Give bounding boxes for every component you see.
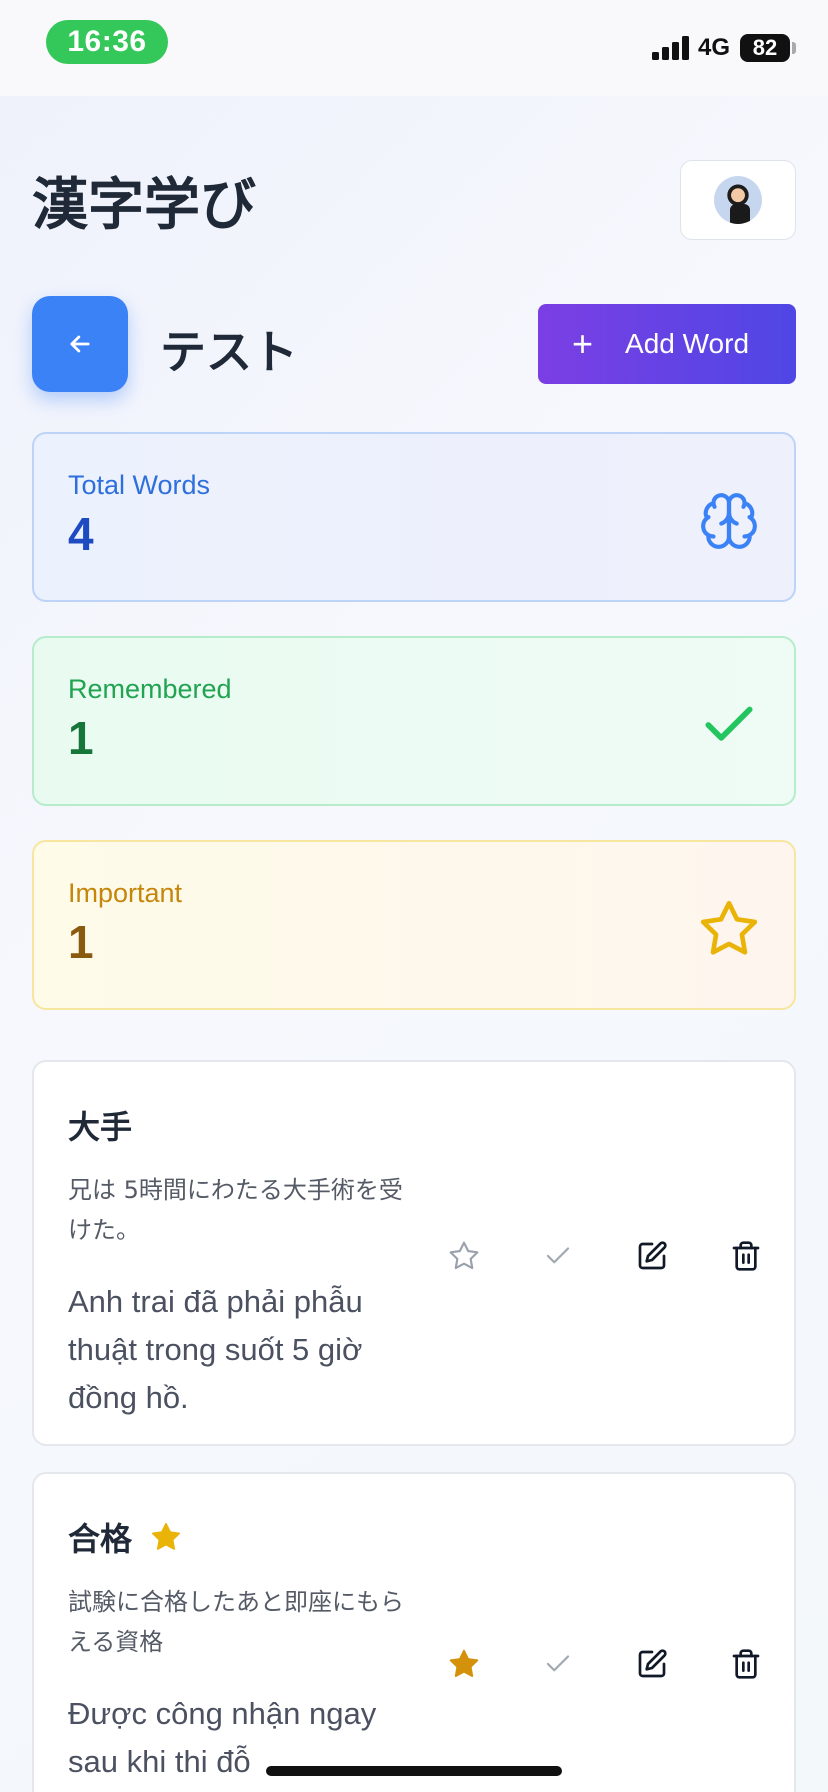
word-kanji: 大手 [68, 1102, 760, 1148]
stat-card-total-words: Total Words 4 [32, 432, 796, 602]
word-kanji-text: 合格 [68, 1520, 133, 1558]
mark-remembered-button[interactable] [534, 1232, 582, 1280]
delete-button[interactable] [722, 1640, 770, 1688]
stat-label: Important [68, 878, 183, 908]
important-star-icon [151, 1522, 181, 1550]
star-filled-icon [449, 1649, 479, 1677]
edit-button[interactable] [628, 1640, 676, 1688]
arrow-left-icon [70, 335, 90, 353]
delete-button[interactable] [722, 1232, 770, 1280]
stat-card-remembered: Remembered 1 [32, 636, 796, 806]
word-actions [440, 1640, 770, 1688]
word-kanji: 合格 [68, 1514, 760, 1560]
network-type: 4G [698, 34, 731, 61]
edit-icon [638, 1649, 667, 1678]
status-time: 16:36 [46, 20, 168, 64]
add-word-label: Add Word [625, 328, 750, 359]
back-button[interactable] [32, 296, 128, 392]
stat-value: 1 [68, 712, 94, 764]
toggle-important-button[interactable] [440, 1232, 488, 1280]
status-bar: 16:36 4G 82 [0, 0, 828, 96]
add-word-button[interactable]: + Add Word [538, 304, 796, 384]
stat-card-important: Important 1 [32, 840, 796, 1010]
battery-icon: 82 [740, 34, 790, 62]
star-icon [700, 900, 758, 955]
word-example: 試験に合格したあと即座にもらえる資格 [68, 1588, 404, 1656]
word-card[interactable]: 大手 兄は 5時間にわたる大手術を受けた。 Anh trai đã phải p… [32, 1060, 796, 1446]
word-kanji-text: 大手 [68, 1108, 133, 1146]
avatar [714, 176, 762, 224]
check-icon [546, 1247, 570, 1264]
signal-icon [652, 36, 689, 60]
edit-icon [638, 1241, 667, 1270]
plus-icon: + [572, 323, 594, 364]
word-example: 兄は 5時間にわたる大手術を受けた。 [68, 1176, 403, 1244]
stat-label: Remembered [68, 674, 232, 704]
stat-label: Total Words [68, 470, 211, 500]
profile-button[interactable] [680, 160, 796, 240]
trash-icon [732, 1649, 760, 1679]
stat-value: 1 [68, 916, 94, 968]
battery-tip [792, 42, 796, 54]
word-card[interactable]: 合格 試験に合格したあと即座にもらえる資格 Được công nhận nga… [32, 1472, 796, 1792]
home-indicator[interactable] [266, 1766, 562, 1776]
brain-icon [701, 493, 757, 549]
word-meaning: Anh trai đã phải phẫu thuật trong suốt 5… [68, 1284, 363, 1415]
stat-value: 4 [68, 508, 94, 560]
star-outline-icon [449, 1241, 479, 1270]
toggle-important-button[interactable] [440, 1640, 488, 1688]
word-actions [440, 1232, 770, 1280]
app-title: 漢字学び [32, 173, 256, 238]
check-icon [546, 1655, 570, 1672]
edit-button[interactable] [628, 1232, 676, 1280]
trash-icon [732, 1241, 760, 1271]
mark-remembered-button[interactable] [534, 1640, 582, 1688]
deck-title: テスト [160, 325, 298, 379]
check-icon [705, 706, 753, 741]
